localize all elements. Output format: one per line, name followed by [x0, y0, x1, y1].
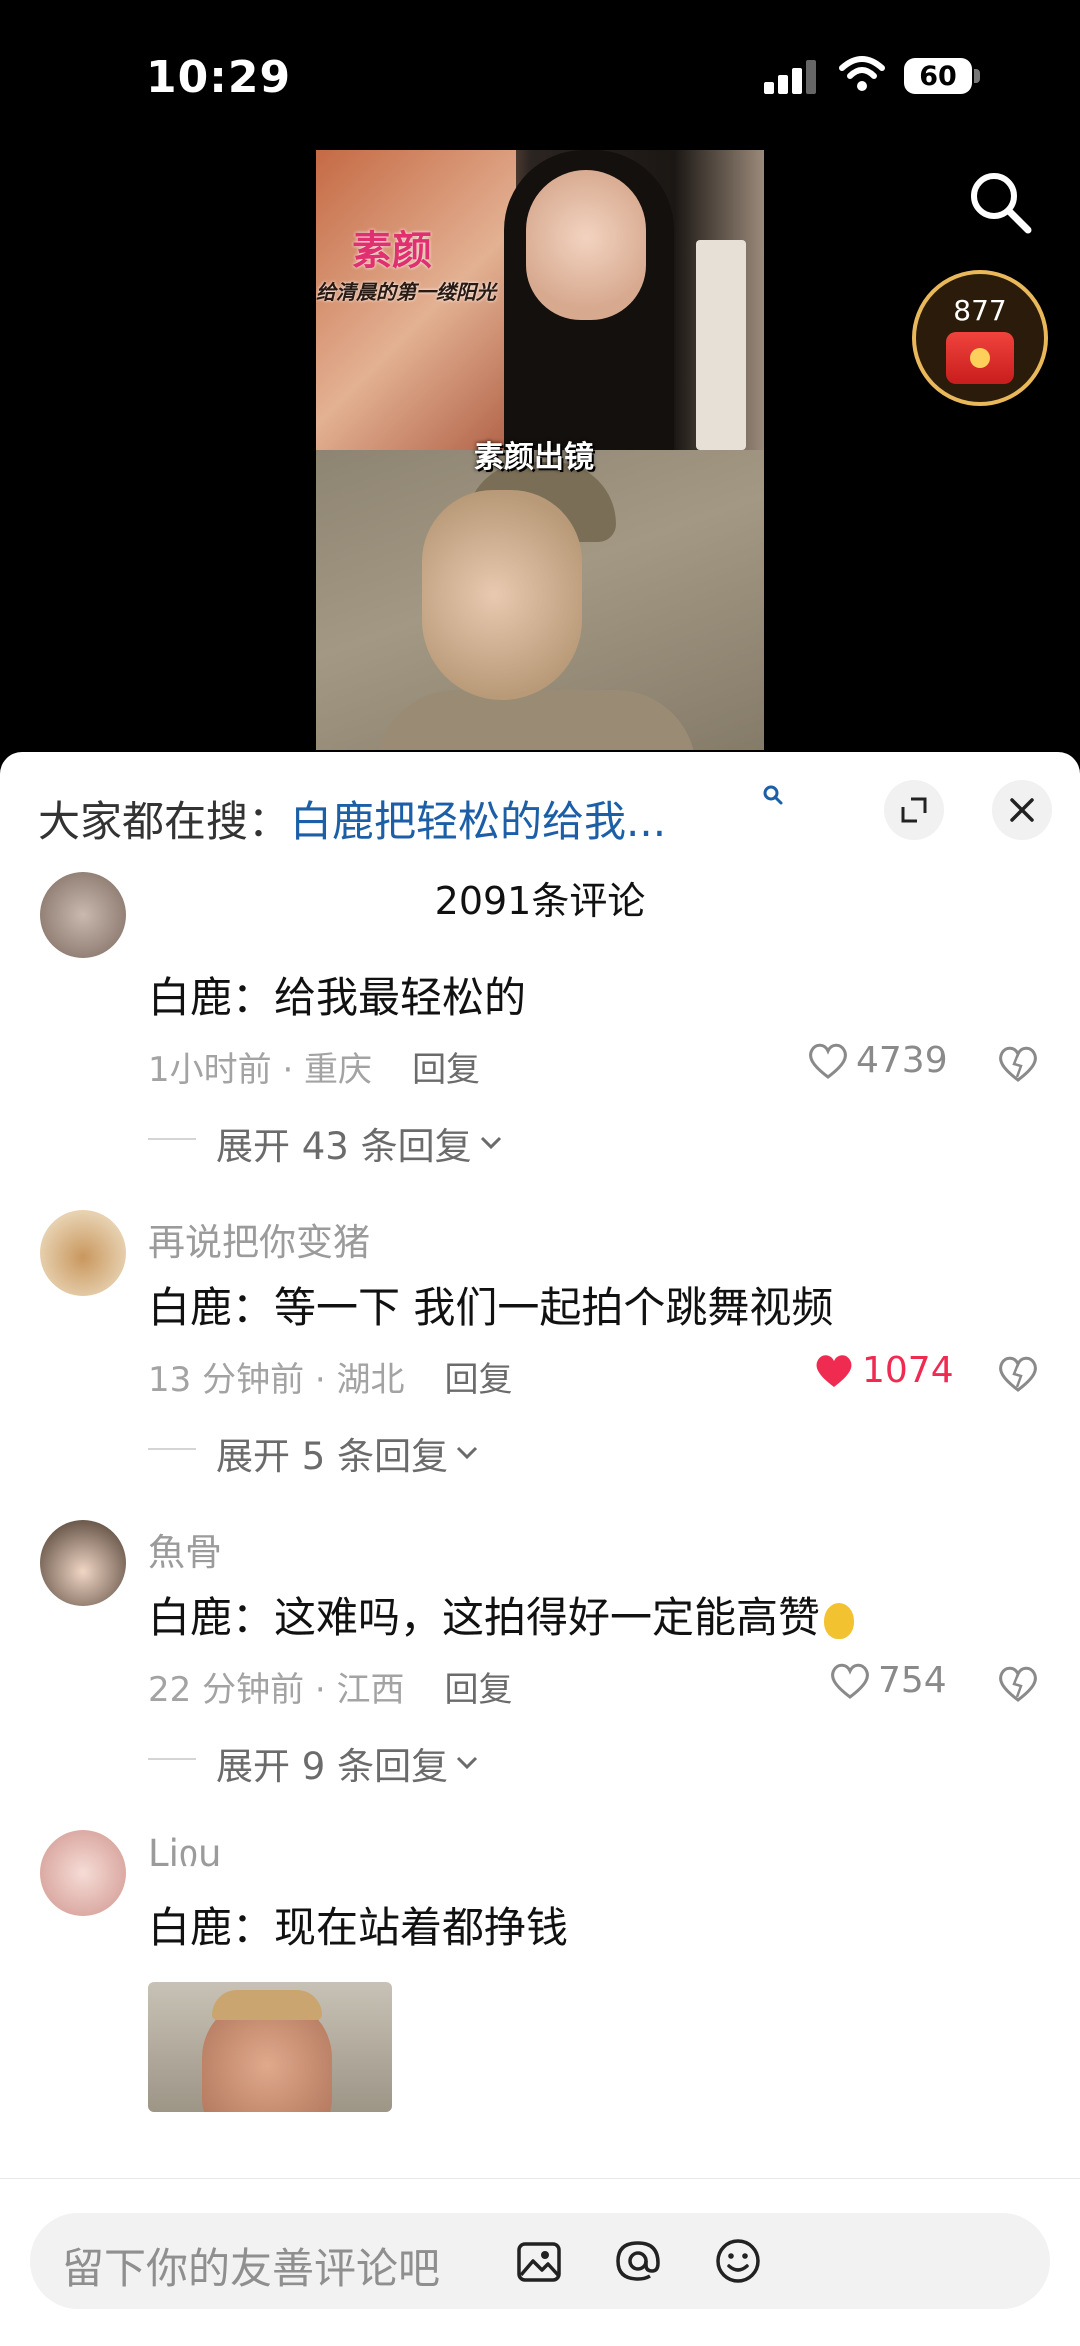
search-icon[interactable] [966, 168, 1036, 238]
comment-image[interactable] [148, 1982, 392, 2112]
like-count: 1074 [862, 1350, 954, 1391]
expand-replies-label: 展开 9 条回复 [216, 1745, 449, 1788]
chevron-down-icon [480, 1136, 501, 1150]
status-bar: 10:29 60 [0, 0, 1080, 150]
battery-cap [974, 69, 980, 83]
video-overlay-subtitle: 给清晨的第一缕阳光 [316, 280, 496, 304]
video-frame-top: 素颜 给清晨的第一缕阳光 [316, 150, 764, 450]
close-icon [1010, 798, 1034, 822]
red-packet-icon [946, 332, 1014, 384]
comment-text: 白鹿：现在站着都挣钱 [148, 1903, 569, 1952]
comment-text: 白鹿：这难吗，这拍得好一定能高赞 [148, 1584, 855, 1645]
comment-input-placeholder: 留下你的友善评论吧 [62, 2244, 441, 2293]
reply-button[interactable]: 回复 [445, 1360, 513, 1400]
like-button[interactable]: 754 [828, 1660, 947, 1701]
red-packet-count: 877 [953, 294, 1007, 327]
dislike-icon[interactable] [996, 1664, 1040, 1704]
expand-replies-button[interactable]: 展开 9 条回复 [148, 1736, 478, 1790]
dislike-icon[interactable] [996, 1044, 1040, 1084]
comment-input[interactable]: 留下你的友善评论吧 [30, 2213, 1050, 2309]
like-button[interactable]: 1074 [812, 1350, 954, 1391]
battery-indicator: 60 [904, 58, 972, 94]
cellular-signal-icon [764, 60, 816, 94]
comment-meta: 1小时前 · 重庆 回复 [148, 1042, 480, 1091]
close-sheet-button[interactable] [992, 780, 1052, 840]
avatar[interactable] [40, 872, 126, 958]
like-count: 754 [878, 1660, 947, 1701]
face-shape [526, 170, 646, 320]
comment-username[interactable]: 魚骨 [148, 1522, 222, 1576]
comment-time-location: 1小时前 · 重庆 [148, 1050, 373, 1090]
status-time: 10:29 [146, 52, 292, 103]
small-search-icon [763, 785, 783, 805]
expand-sheet-button[interactable] [884, 780, 944, 840]
image-hair-shape [212, 1990, 322, 2020]
muddy-face-shape [422, 490, 582, 700]
comment-time-location: 22 分钟前 · 江西 [148, 1670, 405, 1710]
trending-query[interactable]: 白鹿把轻松的给我... [290, 797, 666, 846]
avatar[interactable] [40, 1210, 126, 1296]
comment-text: 白鹿：等一下 我们一起拍个跳舞视频 [148, 1283, 834, 1332]
comment-username[interactable]: Liიu [148, 1832, 222, 1875]
expand-icon [901, 797, 927, 823]
doorframe-shape [696, 240, 746, 450]
avatar[interactable] [40, 1830, 126, 1916]
video-caption: 素颜出镜 [474, 440, 594, 475]
video-frame-bottom [316, 450, 764, 750]
image-icon[interactable] [514, 2237, 564, 2287]
comment-count: 2091条评论 [434, 879, 646, 923]
heart-icon [831, 1663, 869, 1699]
reply-button[interactable]: 回复 [412, 1050, 480, 1090]
expand-replies-label: 展开 43 条回复 [216, 1125, 472, 1168]
like-button[interactable]: 4739 [806, 1040, 948, 1081]
comment-meta: 13 分钟前 · 湖北 回复 [148, 1352, 513, 1401]
heart-filled-icon [816, 1354, 852, 1387]
comment-text-body: 白鹿：这难吗，这拍得好一定能高赞 [148, 1593, 821, 1642]
comment-time-location: 13 分钟前 · 湖北 [148, 1360, 405, 1400]
comment-meta: 22 分钟前 · 江西 回复 [148, 1662, 513, 1711]
dislike-icon[interactable] [996, 1354, 1040, 1394]
shoulders-shape [376, 690, 696, 750]
comment-text: 白鹿：给我最轻松的 [148, 973, 527, 1022]
chevron-down-icon [457, 1756, 478, 1770]
trending-search[interactable]: 大家都在搜：白鹿把轻松的给我... [38, 788, 666, 849]
expand-replies-button[interactable]: 展开 43 条回复 [148, 1116, 502, 1170]
expand-replies-label: 展开 5 条回复 [216, 1435, 449, 1478]
video-overlay-title: 素颜 [352, 227, 432, 274]
comment-sheet: 大家都在搜：白鹿把轻松的给我... 2091条评论 白鹿：给我最轻松的 1小时前… [0, 752, 1080, 2346]
red-packet-button[interactable]: 877 [912, 270, 1048, 406]
reply-button[interactable]: 回复 [445, 1670, 513, 1710]
expand-replies-button[interactable]: 展开 5 条回复 [148, 1426, 478, 1480]
like-count: 4739 [856, 1040, 948, 1081]
money-bag-icon [824, 1602, 855, 1639]
mention-icon[interactable] [612, 2235, 664, 2287]
trending-label: 大家都在搜： [38, 797, 291, 846]
chevron-down-icon [457, 1446, 478, 1460]
avatar[interactable] [40, 1520, 126, 1606]
comment-username[interactable]: 再说把你变猪 [148, 1212, 370, 1266]
emoji-icon[interactable] [712, 2235, 764, 2287]
wifi-icon [839, 56, 885, 91]
comment-input-bar: 留下你的友善评论吧 [0, 2178, 1080, 2346]
heart-icon [809, 1043, 847, 1079]
video-player[interactable]: 素颜 给清晨的第一缕阳光 素颜出镜 [316, 150, 764, 750]
